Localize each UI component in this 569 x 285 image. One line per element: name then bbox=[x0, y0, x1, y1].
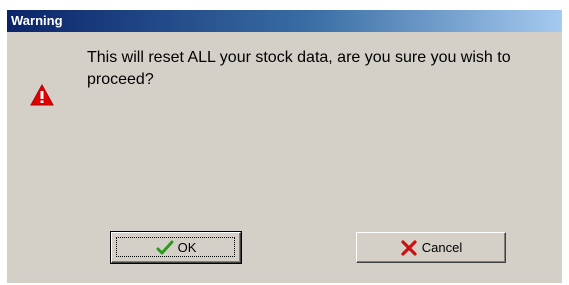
ok-button-label: OK bbox=[177, 239, 197, 255]
cancel-button[interactable]: Cancel bbox=[356, 232, 506, 263]
warning-triangle-icon bbox=[30, 84, 54, 106]
warning-dialog: Warning This will reset ALL your stock d… bbox=[7, 10, 562, 283]
dialog-message: This will reset ALL your stock data, are… bbox=[87, 49, 511, 88]
dialog-titlebar[interactable]: Warning bbox=[7, 10, 562, 32]
checkmark-icon bbox=[156, 240, 174, 254]
ok-button[interactable]: OK bbox=[110, 231, 242, 264]
dialog-title: Warning bbox=[11, 13, 63, 28]
x-cross-icon bbox=[401, 239, 417, 256]
cancel-button-label: Cancel bbox=[421, 239, 463, 255]
